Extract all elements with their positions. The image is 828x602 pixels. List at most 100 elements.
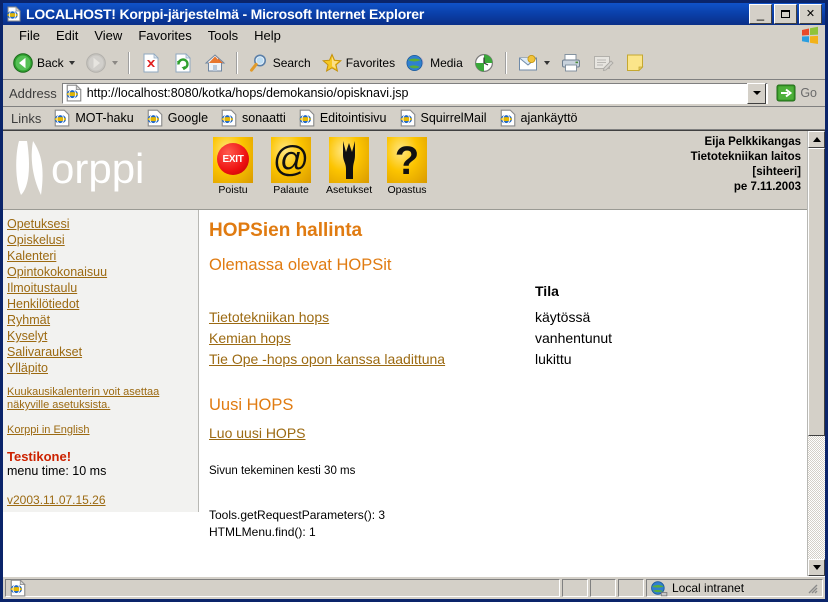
scrollbar-track[interactable] <box>808 148 825 559</box>
link-sonaatti[interactable]: sonaatti <box>214 107 292 129</box>
address-dropdown-button[interactable] <box>747 82 767 104</box>
menu-file[interactable]: File <box>11 26 48 45</box>
ie-page-icon <box>10 579 26 597</box>
menu-tools[interactable]: Tools <box>200 26 246 45</box>
media-globe-icon <box>406 55 424 71</box>
address-url-text[interactable]: http://localhost:8080/kotka/hops/demokan… <box>87 86 748 100</box>
korppi-icon-poistu[interactable]: EXIT Poistu <box>210 137 256 196</box>
korppi-icon-palaute[interactable]: @ Palaute <box>268 137 314 196</box>
print-button[interactable] <box>555 50 587 76</box>
korppi-icon-opastus[interactable]: ? Opastus <box>384 137 430 196</box>
history-button[interactable] <box>468 50 500 76</box>
menu-favorites[interactable]: Favorites <box>130 26 199 45</box>
status-slot-1 <box>562 579 588 597</box>
home-button[interactable] <box>199 50 231 76</box>
test-machine-badge: Testikone! <box>7 449 72 464</box>
maximize-button[interactable] <box>774 4 797 24</box>
toolbar: Back Search Favorites Media <box>3 47 825 80</box>
hops-link-tietotekniikan[interactable]: Tietotekniikan hops <box>209 309 329 325</box>
forward-button[interactable] <box>80 50 123 76</box>
sidebar-item-salivaraukset[interactable]: Salivaraukset <box>7 344 198 360</box>
sidebar-item-henkilotiedot[interactable]: Henkilötiedot <box>7 296 198 312</box>
user-department: Tietotekniikan laitos <box>690 151 801 163</box>
link-label: sonaatti <box>242 111 286 125</box>
toolbar-separator <box>235 52 238 74</box>
page-timing-text: Sivun tekeminen kesti 30 ms <box>209 465 356 477</box>
user-name: Eija Pelkkikangas <box>704 136 801 148</box>
svg-text:?: ? <box>395 139 419 183</box>
back-button[interactable]: Back <box>7 50 80 76</box>
go-button[interactable]: Go <box>774 81 821 105</box>
sidebar-english-link[interactable]: Korppi in English <box>7 424 198 436</box>
page-scrollbar[interactable] <box>807 131 825 576</box>
go-arrow-icon <box>776 84 796 102</box>
sidebar-item-opiskelusi[interactable]: Opiskelusi <box>7 232 198 248</box>
security-zone-panel[interactable]: Local intranet <box>646 579 823 597</box>
sidebar-calendar-note[interactable]: Kuukausikalenterin voit asettaa näkyvill… <box>7 386 192 412</box>
mail-button[interactable] <box>512 50 555 76</box>
sidebar-item-yllapito[interactable]: Ylläpito <box>7 360 198 376</box>
svg-text:orppi: orppi <box>51 145 144 192</box>
hops-state: käytössä <box>535 309 591 325</box>
sidebar-item-opetuksesi[interactable]: Opetuksesi <box>7 216 198 232</box>
resize-grip[interactable] <box>805 581 819 595</box>
current-date: pe 7.11.2003 <box>733 181 801 193</box>
link-label: Editointisivu <box>319 111 387 125</box>
link-label: Google <box>167 111 209 125</box>
sidebar-item-kalenteri[interactable]: Kalenteri <box>7 248 198 264</box>
stop-icon <box>143 53 159 73</box>
sidebar-item-kyselyt[interactable]: Kyselyt <box>7 328 198 344</box>
forward-dropdown-icon[interactable] <box>111 61 118 65</box>
back-arrow-icon <box>13 53 33 73</box>
ie-page-icon <box>66 84 82 102</box>
link-mot-haku[interactable]: MOT-haku <box>47 107 139 129</box>
media-button[interactable]: Media <box>400 50 468 76</box>
sidebar-item-opintokokonaisuu[interactable]: Opintokokonaisuu <box>7 264 198 280</box>
toolbar-separator <box>127 52 130 74</box>
media-label: Media <box>430 56 463 70</box>
link-editointisivu[interactable]: Editointisivu <box>292 107 393 129</box>
search-button[interactable]: Search <box>243 50 316 76</box>
scroll-down-button[interactable] <box>808 559 825 576</box>
user-info: Eija Pelkkikangas Tietotekniikan laitos … <box>691 131 807 195</box>
close-button[interactable]: ✕ <box>799 4 822 24</box>
main-column: HOPSien hallinta Olemassa olevat HOPSit … <box>199 210 807 576</box>
refresh-icon <box>175 53 191 73</box>
menu-edit[interactable]: Edit <box>48 26 86 45</box>
sidebar-item-ryhmat[interactable]: Ryhmät <box>7 312 198 328</box>
address-input[interactable]: http://localhost:8080/kotka/hops/demokan… <box>61 82 769 104</box>
sidebar-item-ilmoitustaulu[interactable]: Ilmoitustaulu <box>7 280 198 296</box>
maximize-icon <box>775 5 796 23</box>
existing-hops-heading: Olemassa olevat HOPSit <box>209 256 392 274</box>
mail-dropdown-icon[interactable] <box>543 61 550 65</box>
refresh-button[interactable] <box>167 50 199 76</box>
create-new-hops-link[interactable]: Luo uusi HOPS <box>209 425 306 441</box>
link-google[interactable]: Google <box>140 107 214 129</box>
forward-arrow-icon <box>85 53 106 73</box>
edit-button[interactable] <box>587 50 619 76</box>
close-icon: ✕ <box>805 7 816 20</box>
korppi-icon-asetukset[interactable]: Asetukset <box>326 137 372 196</box>
scroll-up-button[interactable] <box>808 131 825 148</box>
links-bar: Links MOT-haku Google sonaatti Editointi… <box>3 107 825 130</box>
stop-button[interactable] <box>135 50 167 76</box>
favorites-button[interactable]: Favorites <box>316 50 400 76</box>
go-label: Go <box>800 86 817 100</box>
link-label: ajankäyttö <box>520 111 578 125</box>
link-squirrelmail[interactable]: SquirrelMail <box>393 107 493 129</box>
hops-state: lukittu <box>535 351 572 367</box>
minimize-button[interactable]: _ <box>749 4 772 24</box>
menu-help[interactable]: Help <box>246 26 289 45</box>
link-label: SquirrelMail <box>420 111 487 125</box>
version-link[interactable]: v2003.11.07.15.26 <box>7 493 198 507</box>
status-bar: Local intranet <box>3 576 825 599</box>
link-ajankaytto[interactable]: ajankäyttö <box>493 107 584 129</box>
notes-button[interactable] <box>619 50 651 76</box>
hops-link-tie-ope[interactable]: Tie Ope -hops opon kanssa laadittuna <box>209 351 445 367</box>
hops-link-kemian[interactable]: Kemian hops <box>209 330 291 346</box>
back-dropdown-icon[interactable] <box>68 61 75 65</box>
scrollbar-thumb[interactable] <box>808 148 825 436</box>
menu-view[interactable]: View <box>86 26 130 45</box>
intranet-zone-icon <box>651 581 668 597</box>
page-body: Opetuksesi Opiskelusi Kalenteri Opintoko… <box>3 210 807 576</box>
